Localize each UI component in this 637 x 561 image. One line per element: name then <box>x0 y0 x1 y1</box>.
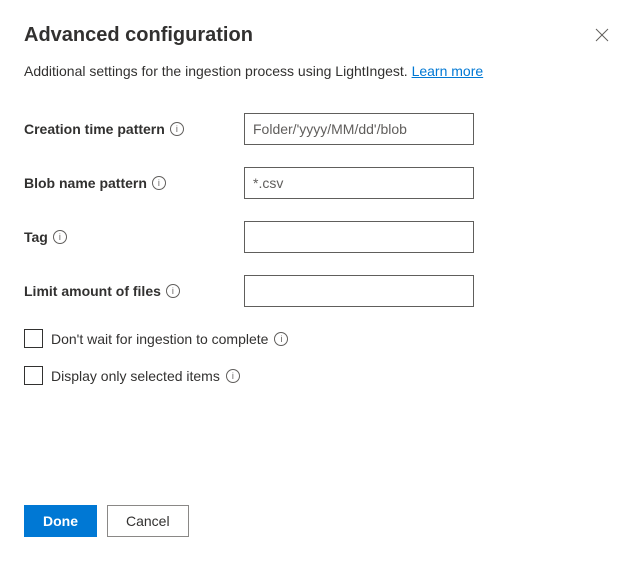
dont-wait-label: Don't wait for ingestion to complete i <box>51 331 288 347</box>
limit-files-label-text: Limit amount of files <box>24 283 161 299</box>
display-only-label: Display only selected items i <box>51 368 240 384</box>
info-icon[interactable]: i <box>166 284 180 298</box>
creation-time-input[interactable] <box>244 113 474 145</box>
info-icon[interactable]: i <box>226 369 240 383</box>
tag-label-text: Tag <box>24 229 48 245</box>
dialog-subtitle: Additional settings for the ingestion pr… <box>24 63 613 79</box>
done-button[interactable]: Done <box>24 505 97 537</box>
creation-time-label-text: Creation time pattern <box>24 121 165 137</box>
blob-name-input[interactable] <box>244 167 474 199</box>
cancel-button[interactable]: Cancel <box>107 505 189 537</box>
info-icon[interactable]: i <box>152 176 166 190</box>
subtitle-text: Additional settings for the ingestion pr… <box>24 63 412 79</box>
tag-label: Tag i <box>24 229 244 245</box>
dont-wait-checkbox[interactable] <box>24 329 43 348</box>
display-only-label-text: Display only selected items <box>51 368 220 384</box>
learn-more-link[interactable]: Learn more <box>412 63 484 79</box>
close-icon <box>595 28 609 42</box>
dialog-title: Advanced configuration <box>24 24 253 47</box>
close-button[interactable] <box>591 24 613 49</box>
dont-wait-label-text: Don't wait for ingestion to complete <box>51 331 268 347</box>
display-only-checkbox[interactable] <box>24 366 43 385</box>
info-icon[interactable]: i <box>274 332 288 346</box>
info-icon[interactable]: i <box>170 122 184 136</box>
creation-time-label: Creation time pattern i <box>24 121 244 137</box>
blob-name-label-text: Blob name pattern <box>24 175 147 191</box>
limit-files-label: Limit amount of files i <box>24 283 244 299</box>
tag-input[interactable] <box>244 221 474 253</box>
blob-name-label: Blob name pattern i <box>24 175 244 191</box>
info-icon[interactable]: i <box>53 230 67 244</box>
limit-files-input[interactable] <box>244 275 474 307</box>
